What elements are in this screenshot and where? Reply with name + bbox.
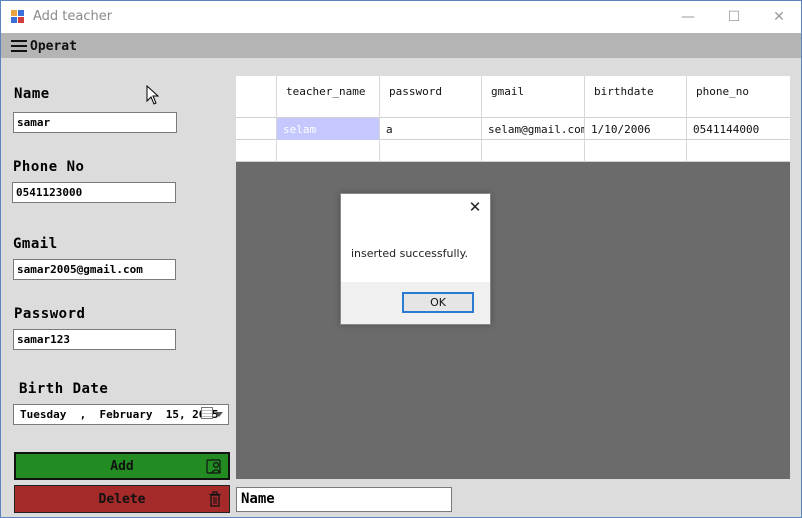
maximize-button[interactable]: ☐ [711, 1, 757, 33]
ok-button[interactable]: OK [402, 292, 474, 313]
add-button[interactable]: Add [14, 452, 230, 480]
table-cell[interactable]: 1/10/2006 [584, 118, 686, 140]
add-teacher-window: Add teacher — ☐ ✕ Operat Name samar Phon… [0, 0, 802, 518]
grid-header: teacher_name password gmail birthdate ph… [236, 76, 790, 118]
add-user-icon [206, 459, 221, 474]
hamburger-icon [11, 40, 27, 52]
table-cell[interactable]: 0541144000 [686, 118, 790, 140]
gmail-label: Gmail [13, 236, 58, 252]
phone-label: Phone No [13, 159, 85, 175]
table-cell[interactable]: selam [276, 118, 379, 140]
table-cell[interactable]: selam@gmail.com [481, 118, 584, 140]
password-label: Password [14, 306, 86, 322]
table-cell[interactable] [481, 140, 584, 162]
dialog-close-icon[interactable]: ✕ [466, 198, 484, 216]
name-label: Name [14, 86, 50, 102]
birth-date-picker[interactable]: Tuesday , February 15, 2005 [13, 404, 229, 425]
column-header[interactable]: birthdate [584, 76, 686, 118]
birth-date-label: Birth Date [19, 381, 109, 397]
column-header[interactable]: gmail [481, 76, 584, 118]
table-cell[interactable] [276, 140, 379, 162]
app-form-icon [11, 10, 25, 24]
table-cell[interactable]: a [379, 118, 481, 140]
menu-bar: Operat [1, 33, 801, 58]
menu-label: Operat [30, 38, 77, 54]
close-button[interactable]: ✕ [756, 1, 801, 33]
delete-button-label: Delete [98, 491, 146, 507]
window-title: Add teacher [33, 9, 113, 24]
trash-icon [209, 491, 221, 507]
column-header[interactable]: teacher_name [276, 76, 379, 118]
table-cell[interactable] [584, 140, 686, 162]
gmail-field[interactable]: samar2005@gmail.com [13, 259, 176, 280]
table-cell[interactable] [379, 140, 481, 162]
phone-field[interactable]: 0541123000 [12, 182, 176, 203]
column-header[interactable]: phone_no [686, 76, 790, 118]
dialog-footer: OK [341, 282, 490, 324]
search-field[interactable]: Name [236, 487, 452, 512]
table-row[interactable]: selam a selam@gmail.com 1/10/2006 054114… [236, 118, 790, 140]
menu-operat[interactable]: Operat [11, 36, 77, 56]
column-header[interactable]: password [379, 76, 481, 118]
mouse-cursor-icon [146, 85, 160, 105]
new-row[interactable] [236, 140, 790, 162]
delete-button[interactable]: Delete [14, 485, 230, 513]
add-button-label: Add [110, 458, 134, 474]
name-field[interactable]: samar [13, 112, 177, 133]
teachers-grid[interactable]: teacher_name password gmail birthdate ph… [236, 76, 790, 479]
title-bar: Add teacher — ☐ ✕ [1, 1, 801, 33]
dialog-message: inserted successfully. [351, 247, 469, 260]
message-dialog: ✕ inserted successfully. OK [340, 193, 491, 325]
minimize-button[interactable]: — [665, 1, 711, 33]
password-field[interactable]: samar123 [13, 329, 176, 350]
chevron-down-icon[interactable] [215, 412, 223, 417]
table-cell[interactable] [686, 140, 790, 162]
calendar-icon[interactable] [201, 407, 213, 419]
